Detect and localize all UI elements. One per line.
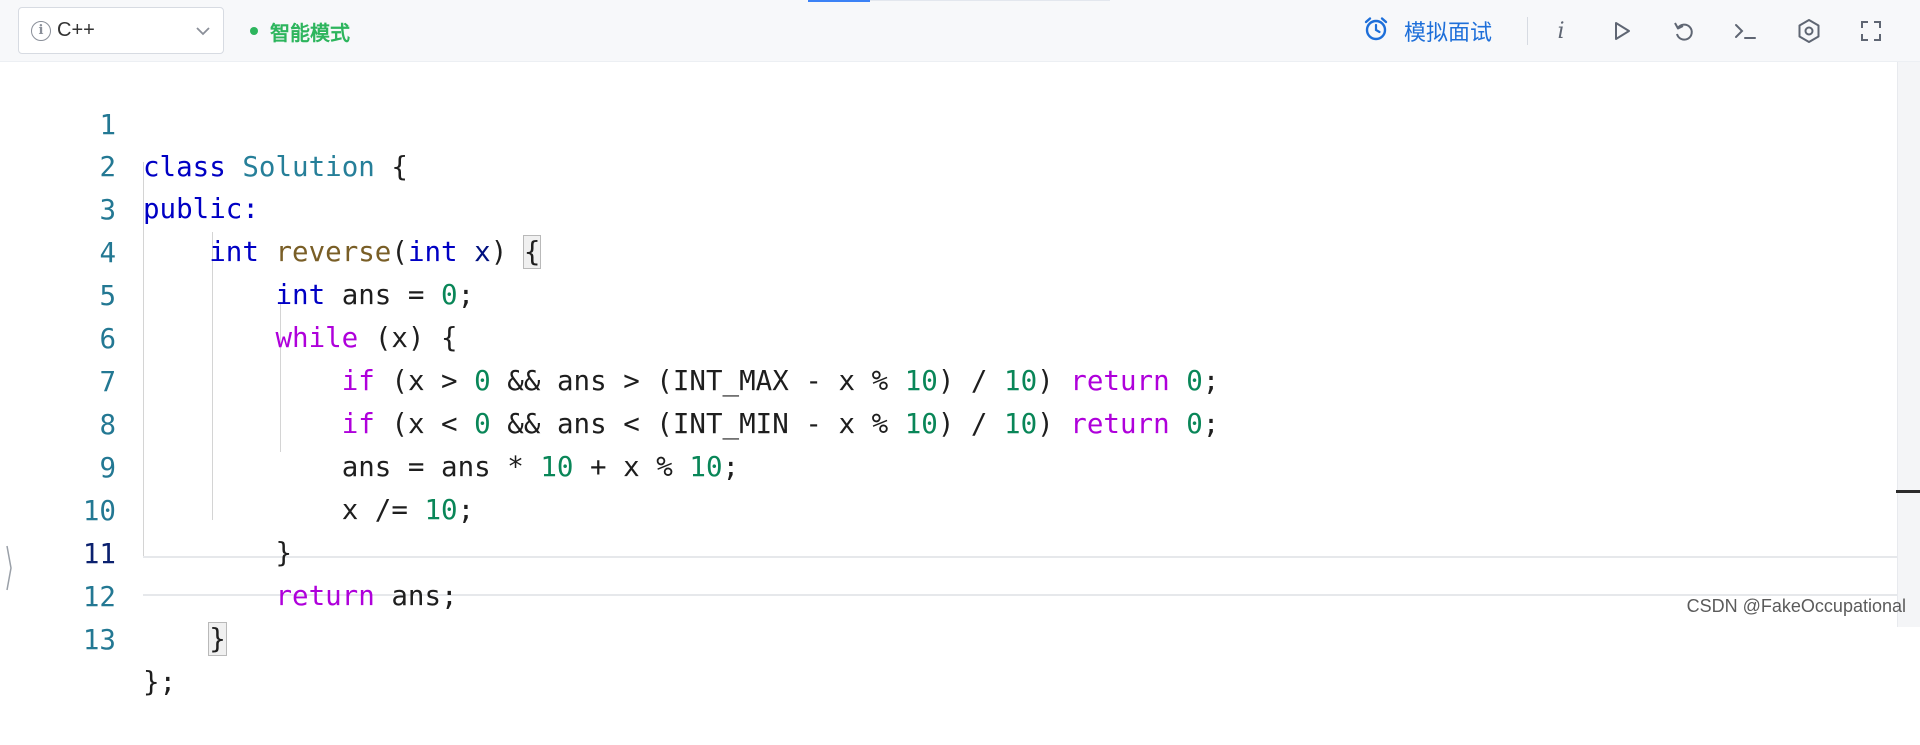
code-line: 6 if (x > 0 && ans > (INT_MAX - x % 10) …: [18, 276, 1888, 318]
code-line: 3 int reverse(int x) {: [18, 147, 1888, 189]
tab-underline: [870, 0, 1110, 1]
scrollbar-cursor-marker: [1896, 490, 1920, 493]
italic-i-icon: i: [1557, 19, 1564, 44]
mock-interview-button[interactable]: 模拟面试: [1362, 13, 1492, 49]
code-text: }: [143, 618, 226, 660]
editor-toolbar: i C++ 智能模式 模拟面试 i: [0, 0, 1920, 62]
code-line: 7 if (x < 0 && ans < (INT_MIN - x % 10) …: [18, 319, 1888, 361]
run-button[interactable]: [1606, 15, 1638, 47]
code-line: 4 int ans = 0;: [18, 190, 1888, 232]
toolbar-divider: [1527, 17, 1528, 45]
info-icon: i: [31, 21, 51, 41]
code-editor[interactable]: 1 class Solution { 2 public: 3 int rever…: [18, 62, 1920, 627]
code-line: 9 x /= 10;: [18, 405, 1888, 447]
undo-icon: [1672, 19, 1696, 43]
code-line: 12 }: [18, 534, 1888, 576]
code-line: 10 }: [18, 448, 1888, 490]
code-line: 5 while (x) {: [18, 233, 1888, 275]
smart-mode-label: 智能模式: [270, 17, 350, 46]
code-line: 8 ans = ans * 10 + x % 10;: [18, 362, 1888, 404]
collapse-handle-icon[interactable]: [4, 544, 14, 592]
note-button[interactable]: i: [1545, 15, 1577, 47]
code-line: 11 return ans;: [18, 491, 1888, 533]
vertical-scrollbar[interactable]: [1897, 62, 1920, 627]
line-number: 13: [18, 619, 116, 661]
gear-icon: [1796, 18, 1822, 44]
code-line: 1 class Solution {: [18, 62, 1888, 104]
terminal-icon: [1733, 20, 1759, 42]
tab-indicator: [808, 0, 870, 2]
fullscreen-button[interactable]: [1855, 15, 1887, 47]
expand-icon: [1860, 20, 1882, 42]
reset-button[interactable]: [1668, 15, 1700, 47]
settings-button[interactable]: [1793, 15, 1825, 47]
code-text: };: [143, 661, 176, 703]
status-dot: [250, 27, 258, 35]
alarm-clock-icon: [1362, 15, 1390, 47]
watermark: CSDN @FakeOccupational: [1687, 596, 1906, 617]
console-button[interactable]: [1730, 15, 1762, 47]
mock-interview-label: 模拟面试: [1404, 15, 1492, 47]
code-line: 13 };: [18, 577, 1888, 619]
chevron-down-icon: [195, 26, 211, 36]
matched-bracket: }: [209, 623, 226, 655]
play-icon: [1611, 20, 1633, 42]
smart-mode-indicator: 智能模式: [250, 17, 350, 45]
language-select[interactable]: i C++: [18, 7, 224, 54]
code-line: 2 public:: [18, 104, 1888, 146]
language-label: C++: [57, 19, 195, 42]
